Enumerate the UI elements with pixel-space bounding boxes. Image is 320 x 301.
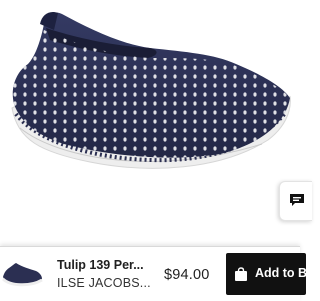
chat-button[interactable] xyxy=(279,181,312,221)
product-title[interactable]: Tulip 139 Per... xyxy=(57,258,161,272)
product-brand[interactable]: ILSE JACOBS... xyxy=(57,276,161,290)
product-thumbnail[interactable] xyxy=(0,255,44,293)
product-image[interactable] xyxy=(0,0,300,246)
add-to-bag-label: Add to B xyxy=(255,266,308,280)
add-to-bag-button[interactable]: Add to B xyxy=(226,253,308,295)
slip-on-sneaker-image xyxy=(11,12,291,169)
product-price: $94.00 xyxy=(164,267,210,283)
shopping-bag-icon xyxy=(234,267,248,287)
chat-icon xyxy=(289,192,305,213)
sticky-add-to-bag-bar: Tulip 139 Per... ILSE JACOBS... $94.00 A… xyxy=(0,246,307,301)
